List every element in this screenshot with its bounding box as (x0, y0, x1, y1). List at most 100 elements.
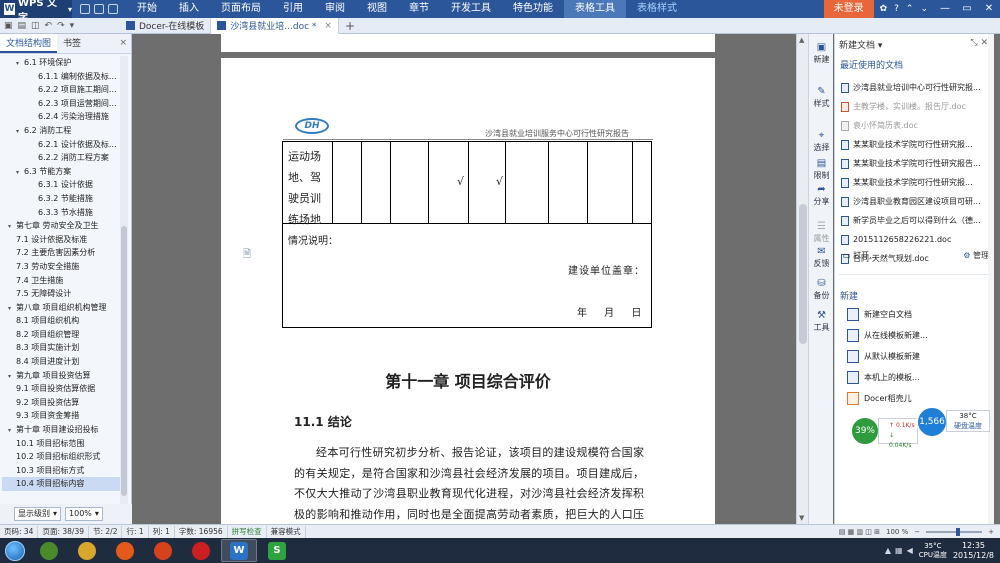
new-doc-item[interactable]: 新建空白文档 (847, 304, 987, 325)
status-item[interactable]: 兼容模式 (267, 525, 306, 538)
cpu-temp-widget[interactable]: 35°C CPU温度 (919, 542, 947, 560)
toggle-icon[interactable]: ▾ (8, 302, 16, 315)
outline-item[interactable]: ▾ 第十章 项目建设招投标 (2, 423, 120, 437)
menu-tab[interactable]: 页面布局 (210, 0, 272, 18)
toggle-icon[interactable]: ▾ (16, 166, 24, 179)
task-pane-title[interactable]: 新建文档 ▾ (839, 38, 882, 51)
recent-doc-item[interactable]: 某某职业技术学院可行性研究报... (841, 135, 991, 154)
recent-doc-item[interactable]: 沙湾县就业培训中心可行性研究报... (841, 78, 991, 97)
strip-restrict[interactable]: ▤ 限制 (809, 158, 834, 181)
expand-icon[interactable]: ⌄ (920, 4, 928, 14)
body-paragraph[interactable]: 经本可行性研究初步分析、报告论证，该项目的建设规模符合国家的有关规定，是符合国家… (294, 443, 644, 524)
recent-doc-item[interactable]: 沙湾县职业教育园区建设项目可研... (841, 192, 991, 211)
outline-item[interactable]: 6.2.2 项目施工期间... (2, 83, 120, 97)
status-item[interactable]: 拼写检查 (228, 525, 267, 538)
taskbar-app-folder[interactable] (69, 539, 105, 562)
toggle-icon[interactable]: ▾ (16, 57, 24, 70)
outline-item[interactable]: ▾ 6.2 消防工程 (2, 124, 120, 138)
chevron-up-icon[interactable]: ⌃ (906, 4, 914, 14)
outline-item[interactable]: 8.2 项目组织管理 (2, 328, 120, 342)
preview-icon[interactable]: ◫ (31, 21, 40, 31)
outline-item[interactable]: 7.5 无障碍设计 (2, 287, 120, 301)
skin-icon[interactable]: ✿ (880, 4, 888, 14)
strip-backup[interactable]: ⛁ 备份 (809, 278, 834, 301)
minimize-button[interactable]: — (934, 0, 956, 18)
document-page[interactable]: DH 沙湾县就业培训服务中心可行性研究报告 运动场 地、驾 驶员训 练场地 √ … (221, 58, 715, 524)
manage-button[interactable]: ⚙ 管理 (963, 250, 989, 261)
toggle-icon[interactable]: ▾ (16, 125, 24, 138)
outline-item[interactable]: 7.1 设计依据及标准 (2, 233, 120, 247)
network-icon[interactable]: ▦ (895, 546, 903, 555)
undo-icon[interactable]: ↶ (45, 21, 53, 31)
login-button[interactable]: 未登录 (823, 0, 874, 18)
recent-doc-item[interactable]: 新学员毕业之后可以得到什么（德... (841, 211, 991, 230)
menu-tab[interactable]: 开始 (126, 0, 168, 18)
outline-item[interactable]: 6.3.2 节能措施 (2, 192, 120, 206)
toggle-icon[interactable]: ▾ (8, 370, 16, 383)
strip-share[interactable]: ➦ 分享 (809, 184, 834, 207)
outline-item[interactable]: 10.1 项目招标范围 (2, 437, 120, 451)
outline-zoom-select[interactable]: 100% ▾ (65, 507, 103, 521)
start-button[interactable] (0, 538, 30, 563)
recent-doc-item[interactable]: 袁小怀简历表.doc (841, 116, 991, 135)
zoom-out-icon[interactable]: − (914, 528, 920, 536)
system-monitor-widget[interactable]: 39% ↑ 0.1K/s ↓ 0.04K/s 1,566 38°C 硬盘温度 (850, 404, 990, 452)
close-icon[interactable]: × (119, 38, 127, 48)
outline-item[interactable]: 6.3.3 节水措施 (2, 206, 120, 220)
save-icon[interactable]: ▣ (4, 21, 13, 31)
menu-tab[interactable]: 章节 (398, 0, 440, 18)
menu-tab-tool[interactable]: 表格样式 (626, 0, 688, 18)
display-level-select[interactable]: 显示级别 ▾ (14, 507, 62, 521)
outline-item[interactable]: 9.1 项目投资估算依据 (2, 382, 120, 396)
outline-item[interactable]: ▾ 6.1 环境保护 (2, 56, 120, 70)
outline-item[interactable]: 7.2 主要危害因素分析 (2, 246, 120, 260)
restore-button[interactable]: ▭ (956, 0, 978, 18)
outline-item[interactable]: 6.2.2 消防工程方案 (2, 151, 120, 165)
view-mode-icons[interactable]: ▤ ▦ ▥ ◫ ⊞ (839, 528, 880, 536)
taskbar-app-player[interactable] (145, 539, 181, 562)
zoom-in-icon[interactable]: + (988, 528, 994, 536)
strip-style[interactable]: ✎ 样式 (809, 86, 834, 109)
menu-tab[interactable]: 引用 (272, 0, 314, 18)
outline-item[interactable]: ▾ 6.3 节能方案 (2, 165, 120, 179)
outline-item[interactable]: 9.3 项目资金筹措 (2, 409, 120, 423)
outline-item[interactable]: 10.4 项目招标内容 (2, 477, 120, 491)
clock[interactable]: 12:35 2015/12/8 (953, 541, 994, 561)
strip-feedback[interactable]: ✉ 反馈 (809, 246, 834, 269)
tab-outline[interactable]: 文档结构图 (0, 34, 58, 53)
task-pane-controls[interactable]: ⤡ ✕ (970, 38, 988, 48)
document-canvas[interactable]: DH 沙湾县就业培训服务中心可行性研究报告 运动场 地、驾 驶员训 练场地 √ … (133, 34, 795, 524)
outline-item[interactable]: 7.3 劳动安全措施 (2, 260, 120, 274)
close-button[interactable]: ✕ (978, 0, 1000, 18)
chevron-down-icon[interactable]: ▾ (70, 21, 75, 31)
menu-tab[interactable]: 视图 (356, 0, 398, 18)
help-icon[interactable]: ? (894, 4, 899, 14)
toggle-icon[interactable]: ▾ (8, 424, 16, 437)
recent-doc-item[interactable]: 某某职业技术学院可行性研究报告... (841, 154, 991, 173)
outline-item[interactable]: 10.3 项目招标方式 (2, 464, 120, 478)
strip-property[interactable]: ☰ 属性 (809, 221, 834, 244)
open-button[interactable]: ▭ 打开... (843, 250, 877, 261)
tab-docer[interactable]: Docer-在线模板 (120, 17, 212, 34)
outline-item[interactable]: ▾ 第九章 项目投资估算 (2, 369, 120, 383)
new-tab-button[interactable]: + (339, 19, 361, 33)
outline-item[interactable]: ▾ 第八章 项目组织机构管理 (2, 301, 120, 315)
tab-current-document[interactable]: 沙湾县就业培...doc * × (211, 17, 339, 34)
taskbar-app-opera[interactable] (183, 539, 219, 562)
zoom-level[interactable]: 100 % (886, 528, 908, 536)
new-doc-item[interactable]: 本机上的模板... (847, 367, 987, 388)
taskbar-app-wps-sheet[interactable]: S (259, 539, 295, 562)
scroll-thumb[interactable] (799, 204, 807, 344)
document-scrollbar[interactable]: ▲ ▼ (796, 34, 808, 524)
outline-item[interactable]: 7.4 卫生措施 (2, 274, 120, 288)
undo-icon[interactable] (108, 4, 118, 14)
app-menu-button[interactable]: W WPS 文字 ▾ (0, 0, 72, 24)
menu-tab-tool[interactable]: 表格工具 (564, 0, 626, 18)
new-doc-item[interactable]: 从默认模板新建 (847, 346, 987, 367)
outline-item[interactable]: 8.1 项目组织机构 (2, 314, 120, 328)
paragraph-layout-icon[interactable]: 🗎 (243, 247, 251, 264)
outline-item[interactable]: 8.4 项目进度计划 (2, 355, 120, 369)
strip-tool[interactable]: ⚒ 工具 (809, 310, 834, 333)
outline-item[interactable]: 6.3.1 设计依据 (2, 178, 120, 192)
outline-item[interactable]: 6.2.3 项目运营期间... (2, 97, 120, 111)
